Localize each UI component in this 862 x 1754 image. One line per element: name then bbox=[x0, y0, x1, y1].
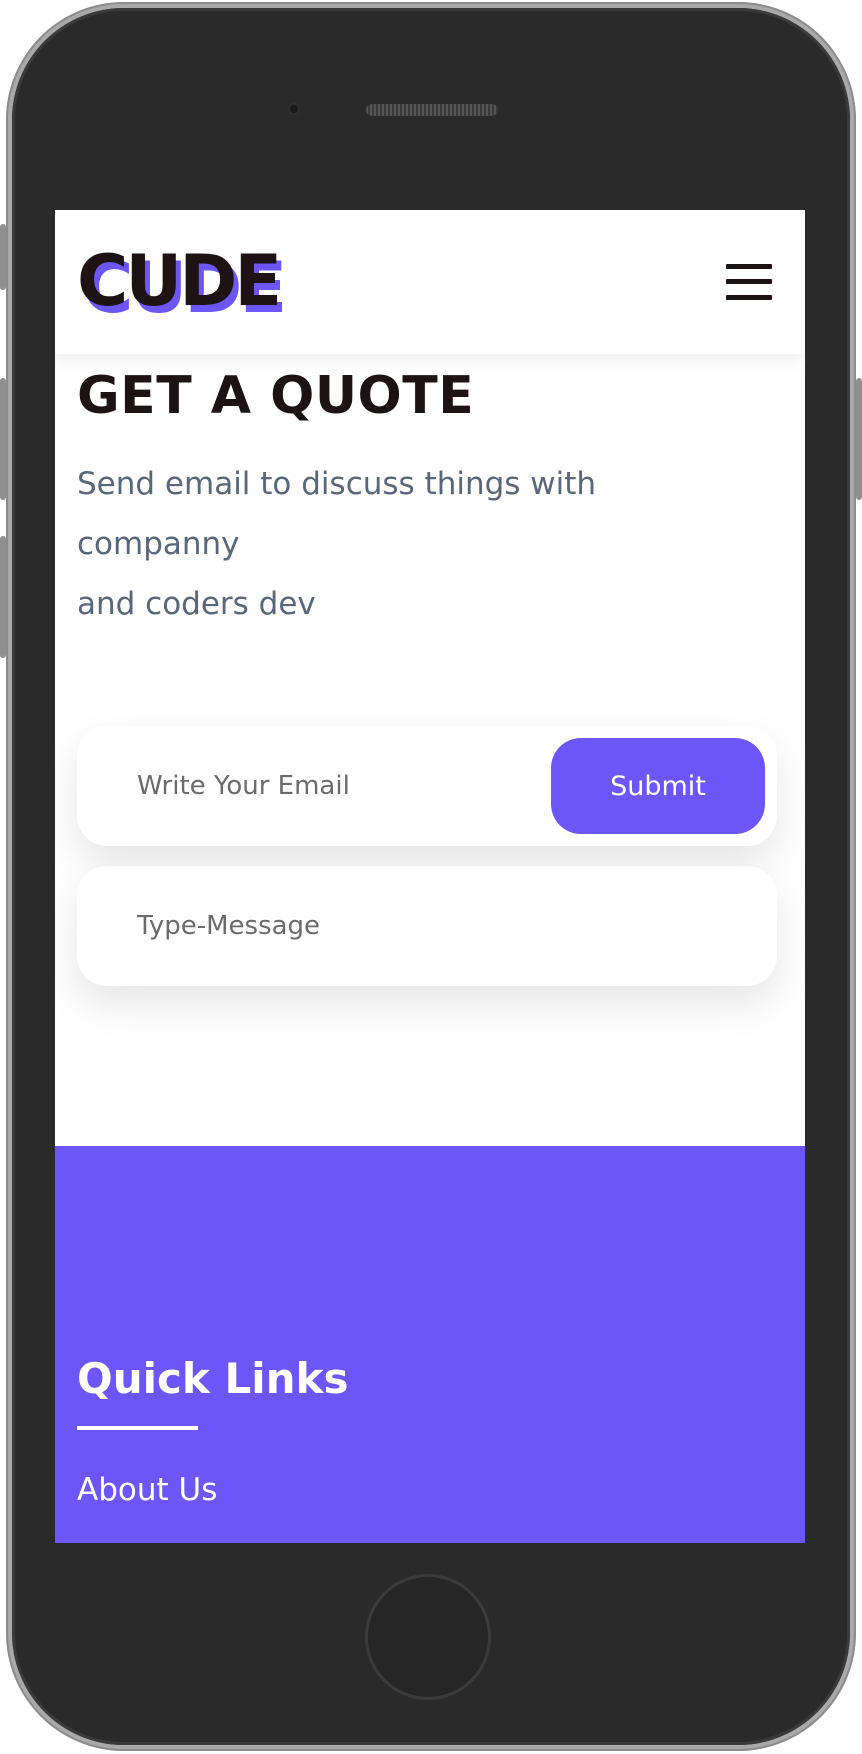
hamburger-menu-icon[interactable] bbox=[726, 264, 772, 300]
mute-switch bbox=[0, 224, 6, 290]
quote-description-line: companny bbox=[77, 526, 240, 562]
footer: Quick Links About Us bbox=[55, 1146, 805, 1543]
menu-bar-middle bbox=[726, 279, 772, 284]
email-form-card: Submit bbox=[77, 726, 777, 846]
front-camera-icon bbox=[287, 102, 301, 116]
footer-title: Quick Links bbox=[77, 1354, 349, 1403]
submit-button[interactable]: Submit bbox=[551, 738, 765, 834]
menu-bar-bottom bbox=[726, 295, 772, 300]
message-input[interactable] bbox=[137, 866, 537, 986]
logo[interactable]: CUDE CUDE bbox=[77, 246, 287, 323]
power-button bbox=[856, 378, 862, 500]
page-title: GET A QUOTE bbox=[77, 366, 475, 426]
volume-down-button bbox=[0, 536, 6, 658]
navbar: CUDE CUDE bbox=[55, 210, 805, 354]
footer-title-underline bbox=[77, 1426, 198, 1430]
message-form-card bbox=[77, 866, 777, 986]
quote-description-line: Send email to discuss things with bbox=[77, 466, 597, 502]
volume-up-button bbox=[0, 378, 6, 500]
footer-link-about-us[interactable]: About Us bbox=[77, 1472, 217, 1508]
quote-description: Send email to discuss things with compan… bbox=[77, 454, 717, 634]
phone-screen: CUDE CUDE GET A QUOTE Send email to disc… bbox=[55, 210, 805, 1543]
email-input[interactable] bbox=[137, 726, 537, 846]
home-button[interactable] bbox=[365, 1574, 491, 1700]
menu-bar-top bbox=[726, 264, 772, 269]
quote-description-line: and coders dev bbox=[77, 586, 316, 622]
logo-text: CUDE bbox=[77, 240, 282, 322]
earpiece-speaker bbox=[366, 104, 498, 116]
